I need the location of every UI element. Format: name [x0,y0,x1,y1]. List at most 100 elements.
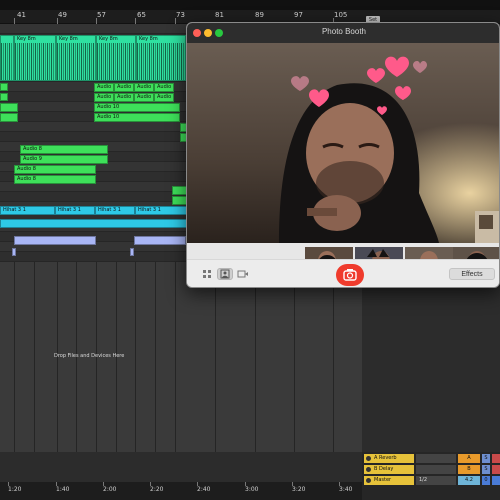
audio-clip[interactable] [0,103,18,112]
grid-icon[interactable] [199,268,215,280]
audio-clip[interactable]: Audio [114,83,134,92]
audio-clip[interactable]: Key 8m [136,35,186,81]
audio-clip[interactable]: Audio 8 [20,145,108,154]
audio-clip[interactable]: Key 8m [14,35,56,81]
audio-clip[interactable] [14,236,96,245]
arm-button[interactable] [492,465,500,474]
track-name[interactable]: A Reverb [364,454,414,463]
clip-label: Audio [117,84,132,90]
ruler-mark: 73 [176,11,185,19]
audio-clip[interactable]: Key 8m [56,35,96,81]
audio-clip[interactable]: Audio 10 [94,113,180,122]
audio-clip[interactable]: Audio 10 [94,103,180,112]
clip-label: Key 8m [99,36,118,42]
single-photo-icon[interactable] [217,268,233,280]
ruler-mark: 89 [255,11,264,19]
audio-clip[interactable] [0,35,14,81]
audio-clip[interactable] [0,113,18,122]
return-track-b[interactable]: B Delay B S [362,465,500,475]
time-mark: 2:40 [197,486,211,493]
audio-clip[interactable] [0,93,8,101]
track-activator-icon[interactable] [366,478,371,483]
ruler-mark: 57 [97,11,106,19]
midi-clip[interactable] [0,219,187,228]
track-activator-icon[interactable] [366,467,371,472]
audio-clip[interactable] [134,236,186,245]
midi-clip[interactable]: Hihat 3 1 [95,206,135,215]
audio-clip[interactable]: Audio [134,93,154,102]
clip-label: Audio [137,84,152,90]
clip-label: Audio 8 [23,146,42,152]
midi-clip[interactable]: Hihat 3 1 [135,206,187,215]
volume-value[interactable]: 4.2 [458,476,480,485]
track-activator-icon[interactable] [366,456,371,461]
clip-label: Audio [97,94,112,100]
clip-waveform [1,43,13,80]
effects-button[interactable]: Effects [449,268,495,280]
camera-preview [187,43,499,243]
time-mark: 3:40 [339,486,353,493]
solo-button[interactable]: S [482,454,490,463]
master-track[interactable]: Master 1/2 4.2 0 [362,476,500,486]
midi-clip[interactable]: Hihat 3 1 [55,206,95,215]
clip-label: Hihat 3 1 [3,207,26,213]
track-activator-button[interactable]: A [458,454,480,463]
clip-label: Audio [137,94,152,100]
photo-booth-window[interactable]: Photo Booth Effects [186,22,500,288]
clip-waveform [57,43,95,80]
pan-value[interactable]: 0 [482,476,490,485]
clip-label: Audio 9 [23,156,42,162]
ruler-mark: 65 [137,11,146,19]
ruler-mark: 41 [17,11,26,19]
clip-waveform [137,43,185,80]
camera-image [187,43,499,243]
time-mark: 3:00 [245,486,259,493]
time-ruler[interactable]: 1:20 1:40 2:00 2:20 2:40 3:00 3:20 3:40 [0,482,362,500]
clip-label: Hihat 3 1 [98,207,121,213]
audio-clip[interactable]: Audio 8 [14,175,96,184]
photo-booth-toolbar: Effects [187,259,499,287]
clip-waveform [97,43,135,80]
video-icon[interactable] [235,268,251,280]
track-name[interactable]: Master [364,476,414,485]
time-mark: 1:20 [8,486,22,493]
return-track-a[interactable]: A Reverb A S [362,454,500,464]
time-mark: 3:20 [292,486,306,493]
clip-label: Audio [117,94,132,100]
screen: { "daw": { "ruler_marks": ["41", "49", "… [0,0,500,500]
audio-clip[interactable] [0,83,8,91]
audio-clip[interactable]: Audio [154,83,174,92]
track-label: A Reverb [374,455,397,461]
arm-button[interactable] [492,454,500,463]
return-tracks-panel: A Reverb A S B Delay B S Master 1/2 4.2 … [362,452,500,500]
audio-clip[interactable]: Audio [134,83,154,92]
audio-clip[interactable] [130,248,134,256]
audio-clip[interactable]: Audio [114,93,134,102]
audio-clip[interactable]: Audio [94,93,114,102]
midi-clip[interactable]: Hihat 3 1 [0,206,55,215]
window-title: Photo Booth [321,27,367,36]
clip-label: Audio [157,94,172,100]
audio-clip[interactable]: Audio 9 [20,155,108,164]
audio-clip[interactable] [12,248,16,256]
take-photo-button[interactable] [336,264,364,286]
solo-button[interactable]: S [482,465,490,474]
ruler-overview-strip [0,0,500,10]
clip-label: Audio 8 [17,176,36,182]
audio-clip[interactable]: Audio [94,83,114,92]
track-name[interactable]: B Delay [364,465,414,474]
track-label: Master [374,477,392,483]
clip-waveform [15,43,55,80]
output-select[interactable]: 1/2 [416,476,456,485]
clip-label: Key 8m [17,36,36,42]
window-titlebar[interactable]: Photo Booth [187,23,499,43]
ruler-mark: 49 [58,11,67,19]
track-input[interactable] [416,465,456,474]
track-activator-button[interactable]: B [458,465,480,474]
audio-clip[interactable]: Audio 8 [14,165,96,174]
arrangement-ruler[interactable]: 41 49 57 65 73 81 89 97 105 Set [0,0,500,24]
cue-button[interactable] [492,476,500,485]
audio-clip[interactable]: Key 8m [96,35,136,81]
track-input[interactable] [416,454,456,463]
audio-clip[interactable]: Audio [154,93,174,102]
